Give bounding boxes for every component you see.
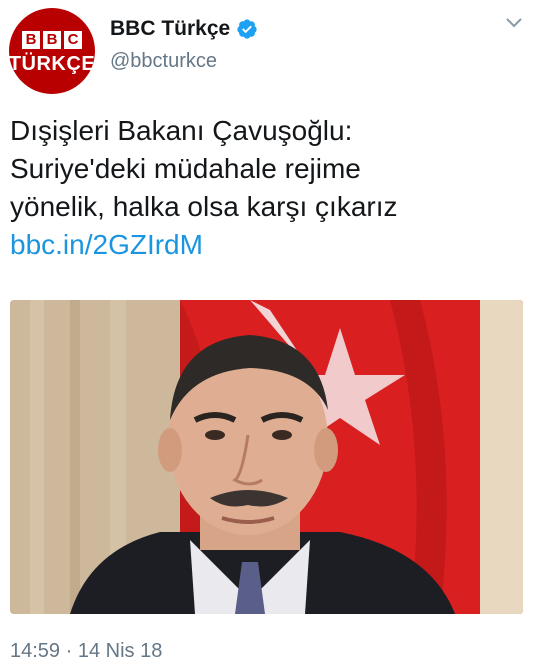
tweet-text-line: Suriye'deki müdahale rejime <box>10 153 361 184</box>
avatar[interactable]: B B C TÜRKÇE <box>9 8 95 94</box>
tweet-timestamp[interactable]: 14:59 · 14 Nis 18 <box>10 640 162 663</box>
avatar-subtitle: TÜRKÇE <box>8 53 96 75</box>
tweet-card: B B C TÜRKÇE BBC Türkçe @bbcturkce Dışiş… <box>0 0 539 669</box>
tweet-link[interactable]: bbc.in/2GZIrdM <box>10 226 525 264</box>
tweet-text-line: yönelik, halka olsa karşı çıkarız <box>10 191 398 222</box>
tweet-text-line: Dışişleri Bakanı Çavuşoğlu: <box>10 115 353 146</box>
tweet-photo[interactable] <box>10 300 523 614</box>
bbc-logo-letter: B <box>43 31 61 49</box>
bbc-logo-letter: C <box>64 31 82 49</box>
photo-illustration <box>10 300 523 614</box>
chevron-down-icon[interactable] <box>505 14 523 32</box>
display-name[interactable]: BBC Türkçe <box>110 17 230 41</box>
bbc-logo-letter: B <box>22 31 40 49</box>
verified-badge-icon <box>237 19 257 39</box>
bbc-logo: B B C <box>22 31 82 49</box>
account-handle[interactable]: @bbcturkce <box>110 50 217 73</box>
tweet-text: Dışişleri Bakanı Çavuşoğlu: Suriye'deki … <box>10 112 525 264</box>
name-row: BBC Türkçe <box>110 17 258 41</box>
